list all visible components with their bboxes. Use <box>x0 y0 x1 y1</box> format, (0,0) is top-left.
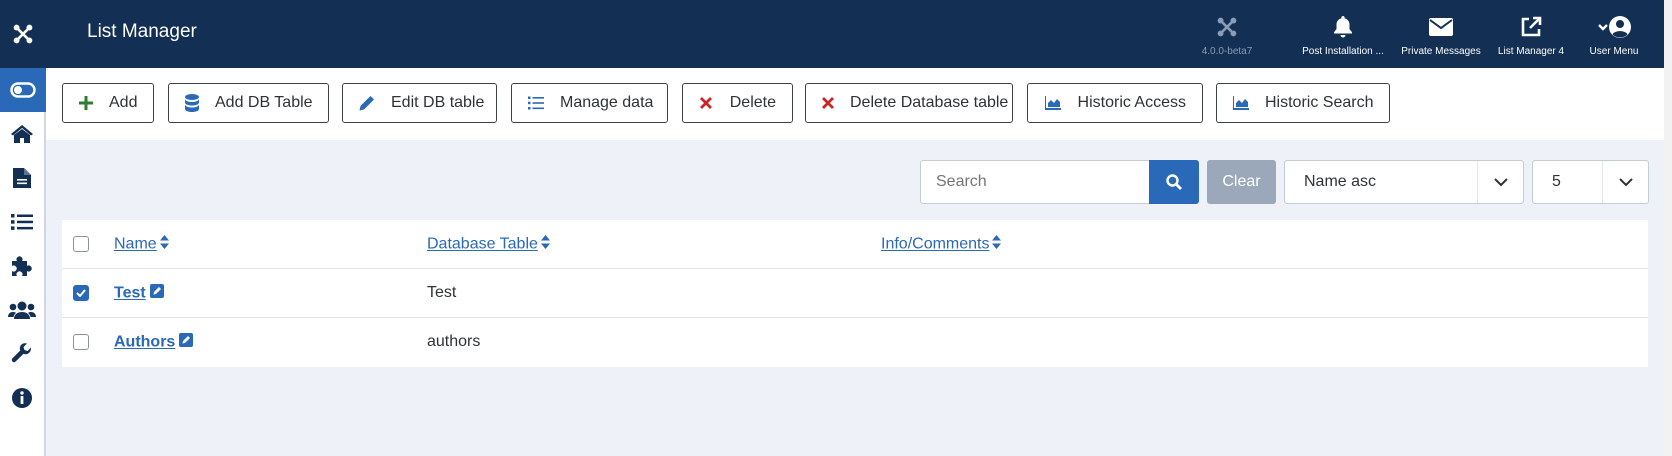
column-name-link[interactable]: Name <box>114 236 157 253</box>
x-icon <box>822 94 834 112</box>
home-icon[interactable] <box>0 112 44 156</box>
add-button-label: Add <box>109 94 138 111</box>
table-row: Authors authors <box>62 318 1648 367</box>
edit-icon[interactable] <box>179 333 194 352</box>
list-table: Name Database Table Info/Comments Test T… <box>62 220 1648 367</box>
historic-access-button[interactable]: Historic Access <box>1027 83 1203 123</box>
column-info-link[interactable]: Info/Comments <box>881 236 989 253</box>
chevron-down-icon <box>1477 161 1523 203</box>
check-icon <box>76 289 86 297</box>
chevron-down-icon <box>1602 161 1648 203</box>
column-database-table-link[interactable]: Database Table <box>427 236 538 253</box>
row-name-cell: Authors <box>114 333 194 352</box>
post-installation-label: Post Installation ... <box>1302 46 1384 57</box>
list-manager-4-label: List Manager 4 <box>1497 46 1565 57</box>
list-icon[interactable] <box>0 200 44 244</box>
row-checkbox[interactable] <box>73 334 89 350</box>
column-header-database-table[interactable]: Database Table <box>427 235 550 254</box>
historic-access-label: Historic Access <box>1077 94 1186 111</box>
add-db-table-button[interactable]: Add DB Table <box>168 83 329 123</box>
search-field[interactable] <box>920 160 1150 204</box>
ordering-value: Name asc <box>1304 173 1377 190</box>
table-header-row: Name Database Table Info/Comments <box>62 220 1648 269</box>
delete-database-table-button[interactable]: Delete Database table <box>805 83 1013 123</box>
version-item[interactable]: 4.0.0-beta7 <box>1182 12 1272 57</box>
document-icon[interactable] <box>0 156 44 200</box>
list-manager-4-item[interactable]: List Manager 4 <box>1486 12 1576 57</box>
private-messages-item[interactable]: Private Messages <box>1396 12 1486 57</box>
main-content: Clear Name asc 5 Name Database Table Inf… <box>46 140 1664 456</box>
edit-db-table-button[interactable]: Edit DB table <box>342 83 497 123</box>
plus-icon <box>79 94 93 112</box>
toolbar: Add Add DB Table Edit DB table Manage da… <box>46 68 1664 140</box>
clear-button[interactable]: Clear <box>1207 160 1276 204</box>
add-button[interactable]: Add <box>62 83 154 123</box>
version-label: 4.0.0-beta7 <box>1201 46 1253 57</box>
wrench-icon[interactable] <box>0 332 44 376</box>
delete-database-table-label: Delete Database table <box>850 94 1009 111</box>
manage-data-button[interactable]: Manage data <box>511 83 668 123</box>
historic-search-label: Historic Search <box>1265 94 1374 111</box>
sort-icon <box>992 235 1002 254</box>
column-header-info[interactable]: Info/Comments <box>881 235 1002 254</box>
user-menu-label: User Menu <box>1589 46 1639 57</box>
post-installation-item[interactable]: Post Installation ... <box>1298 12 1388 57</box>
external-link-icon <box>1486 12 1576 42</box>
edit-db-table-label: Edit DB table <box>391 94 485 111</box>
user-icon <box>1569 12 1659 42</box>
puzzle-icon[interactable] <box>0 244 44 288</box>
sidebar <box>0 68 46 456</box>
sort-icon <box>540 235 550 254</box>
info-icon[interactable] <box>0 376 44 420</box>
pencil-icon <box>359 94 375 112</box>
area-chart-icon <box>1233 94 1249 112</box>
limit-select[interactable]: 5 <box>1532 160 1649 204</box>
delete-label: Delete <box>729 94 776 111</box>
table-row: Test Test <box>62 269 1648 318</box>
sort-icon <box>159 235 169 254</box>
users-icon[interactable] <box>0 288 44 332</box>
x-icon <box>699 94 714 112</box>
edit-icon[interactable] <box>149 284 164 303</box>
search-icon <box>1166 174 1182 190</box>
row-checkbox[interactable] <box>73 285 89 301</box>
joomla-icon <box>1182 12 1272 42</box>
window-scrollbar-gutter <box>1664 0 1672 456</box>
delete-button[interactable]: Delete <box>682 83 793 123</box>
row-db-table-cell: authors <box>427 333 481 350</box>
private-messages-label: Private Messages <box>1401 46 1481 57</box>
historic-search-button[interactable]: Historic Search <box>1216 83 1390 123</box>
row-db-table-cell: Test <box>427 284 457 301</box>
database-icon <box>185 94 199 112</box>
row-name-link[interactable]: Authors <box>114 334 175 351</box>
list-icon <box>528 94 544 112</box>
menu-toggle-icon[interactable] <box>0 68 46 112</box>
manage-data-label: Manage data <box>560 94 654 111</box>
top-header: List Manager 4.0.0-beta7 Post Installati… <box>0 0 1664 68</box>
search-input[interactable] <box>921 161 1149 203</box>
search-button[interactable] <box>1149 160 1199 204</box>
ordering-select[interactable]: Name asc <box>1284 160 1524 204</box>
page-title: List Manager <box>87 21 197 42</box>
joomla-logo-icon[interactable] <box>0 0 46 68</box>
select-all-checkbox[interactable] <box>73 236 89 252</box>
row-name-cell: Test <box>114 284 164 303</box>
envelope-icon <box>1396 12 1486 42</box>
bell-icon <box>1298 12 1388 42</box>
limit-value: 5 <box>1552 173 1561 190</box>
area-chart-icon <box>1044 94 1062 112</box>
user-menu-item[interactable]: User Menu <box>1569 12 1659 57</box>
column-header-name[interactable]: Name <box>114 235 169 254</box>
add-db-table-label: Add DB Table <box>215 94 313 111</box>
row-name-link[interactable]: Test <box>114 285 146 302</box>
